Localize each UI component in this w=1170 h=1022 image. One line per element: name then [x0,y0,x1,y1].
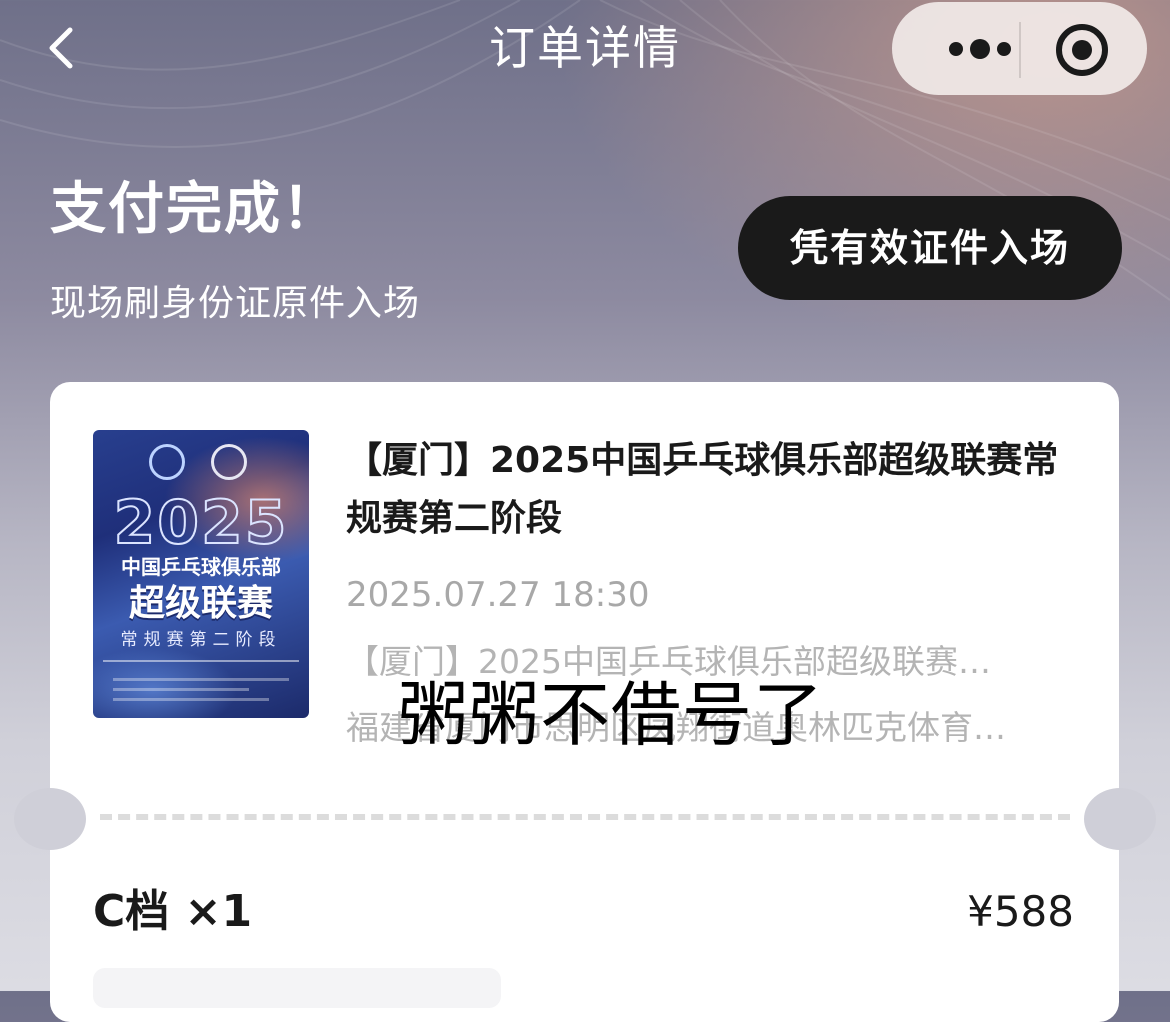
ticket-notch-right [1084,788,1156,850]
entry-instruction: 现场刷身份证原件入场 [50,283,421,324]
ticket-tier: C档 ×1 [93,886,253,937]
mini-program-capsule [892,2,1147,95]
poster-fine-print [113,698,269,701]
target-icon [1056,24,1108,76]
entry-method-badge: 凭有效证件入场 [738,196,1122,300]
poster-year: 2025 [113,487,289,559]
league-logo-icon [149,444,185,480]
poster-line-1: 中国乒乓球俱乐部 [121,555,281,579]
ticket-price: ¥588 [967,887,1074,936]
payment-status-title: 支付完成！ [50,177,340,242]
event-title[interactable]: 【厦门】2025中国乒乓球俱乐部超级联赛常规赛第二阶段 [346,432,1066,548]
more-dots-icon [949,39,1011,59]
poster-fine-print [113,688,249,691]
close-button[interactable] [1052,20,1112,80]
partner-logo-icon [211,444,247,480]
overlay-caption: 粥粥不借号了 [398,674,824,756]
ticket-divider [100,814,1070,820]
ticket-detail-block [93,968,501,1008]
poster-line-3: 常规赛第二阶段 [120,630,282,650]
event-poster[interactable]: 2025 中国乒乓球俱乐部 超级联赛 常规赛第二阶段 [93,430,309,718]
poster-rule [103,660,299,670]
ticket-notch-left [14,788,86,850]
poster-fine-print [113,678,289,681]
more-button[interactable] [922,2,1018,95]
event-datetime: 2025.07.27 18:30 [346,575,650,615]
capsule-divider [1019,22,1021,78]
poster-line-2: 超级联赛 [128,583,273,624]
